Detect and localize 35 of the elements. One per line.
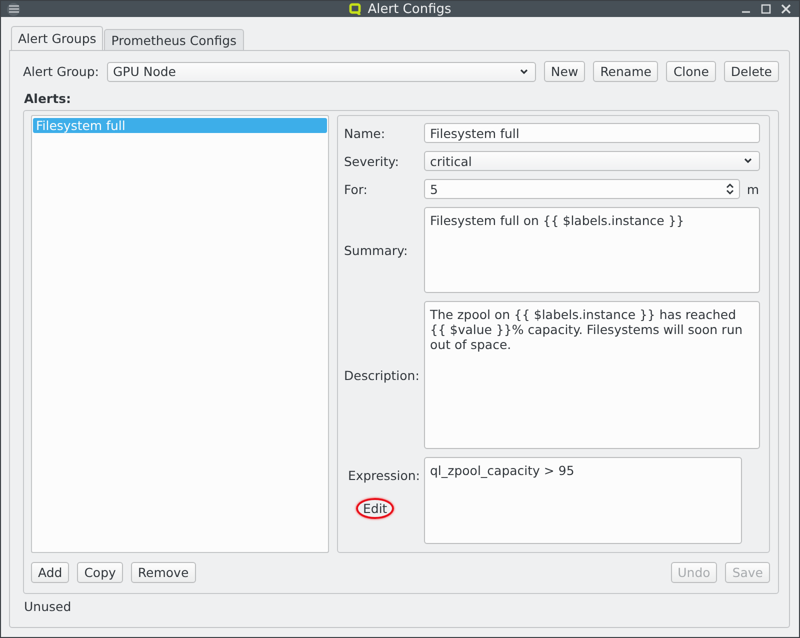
field-label: Name: (344, 126, 386, 140)
alert-group-label: Alert Group: (23, 64, 99, 79)
status-text: Unused (23, 598, 72, 616)
unit-label: m (746, 182, 760, 196)
tab[interactable]: Alert Groups (11, 26, 104, 50)
description-field[interactable]: The zpool on {{ $labels.instance }} has reached {{ $value }}% capacity. Filesystems will soon run out of space. (424, 301, 760, 449)
field-label: For: (344, 182, 369, 196)
alerts-heading: Alerts: (24, 91, 72, 106)
spin-arrows-icon (726, 183, 734, 195)
close-icon[interactable] (779, 2, 793, 16)
severity-dropdown[interactable]: critical (424, 151, 760, 171)
alert-action-button[interactable]: Add (31, 562, 70, 583)
alert-action-button[interactable]: Remove (130, 562, 196, 583)
chevron-icon (744, 158, 752, 164)
field-label: Summary: (344, 242, 409, 258)
window-title: Alert Configs (368, 2, 452, 16)
expression-field[interactable]: ql_zpool_capacity > 95 (424, 457, 742, 544)
group-action-button[interactable]: Rename (593, 61, 658, 82)
field-label: Severity: (344, 154, 400, 168)
chevron-icon (520, 68, 528, 74)
group-action-button[interactable]: New (544, 61, 586, 82)
field-label: Expression: (348, 468, 420, 483)
menu-icon[interactable] (7, 2, 20, 16)
alert-action-button[interactable]: Copy (77, 562, 123, 583)
field-label: Description: (344, 368, 420, 382)
edit-link[interactable]: Edit (356, 498, 394, 519)
app-logo-icon (348, 3, 361, 15)
group-action-button[interactable]: Clone (666, 61, 716, 82)
duration-spinbox[interactable]: 5 (424, 179, 740, 199)
name-field[interactable]: Filesystem full (424, 123, 760, 143)
group-action-button[interactable]: Delete (724, 61, 779, 82)
summary-field[interactable]: Filesystem full on {{ $labels.instance }} (424, 207, 760, 293)
alert-group-dropdown[interactable]: GPU Node (107, 62, 536, 82)
tab[interactable]: Prometheus Configs (104, 29, 244, 50)
maximize-icon[interactable] (759, 2, 773, 16)
